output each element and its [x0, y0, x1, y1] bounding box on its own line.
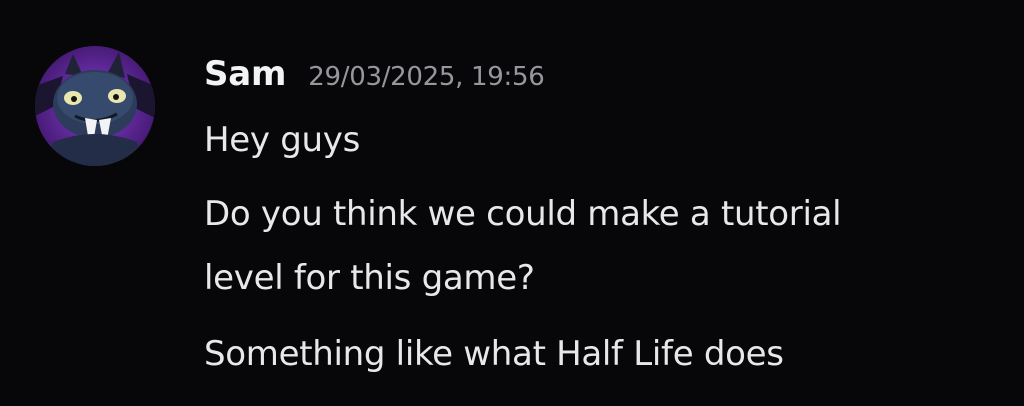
message-text-line: level for this game?: [204, 258, 535, 298]
timestamp: 29/03/2025, 19:56: [308, 62, 545, 92]
message-text-line: Something like what Half Life does: [204, 334, 784, 374]
message-header: Sam 29/03/2025, 19:56: [204, 54, 545, 96]
message-text-line: Do you think we could make a tutorial: [204, 194, 842, 234]
username[interactable]: Sam: [204, 54, 286, 94]
chat-message: Sam 29/03/2025, 19:56 Hey guys Do you th…: [0, 0, 1024, 406]
bat-creature-avatar-icon: [35, 46, 155, 166]
avatar[interactable]: [35, 46, 155, 166]
message-text-line: Hey guys: [204, 120, 360, 160]
